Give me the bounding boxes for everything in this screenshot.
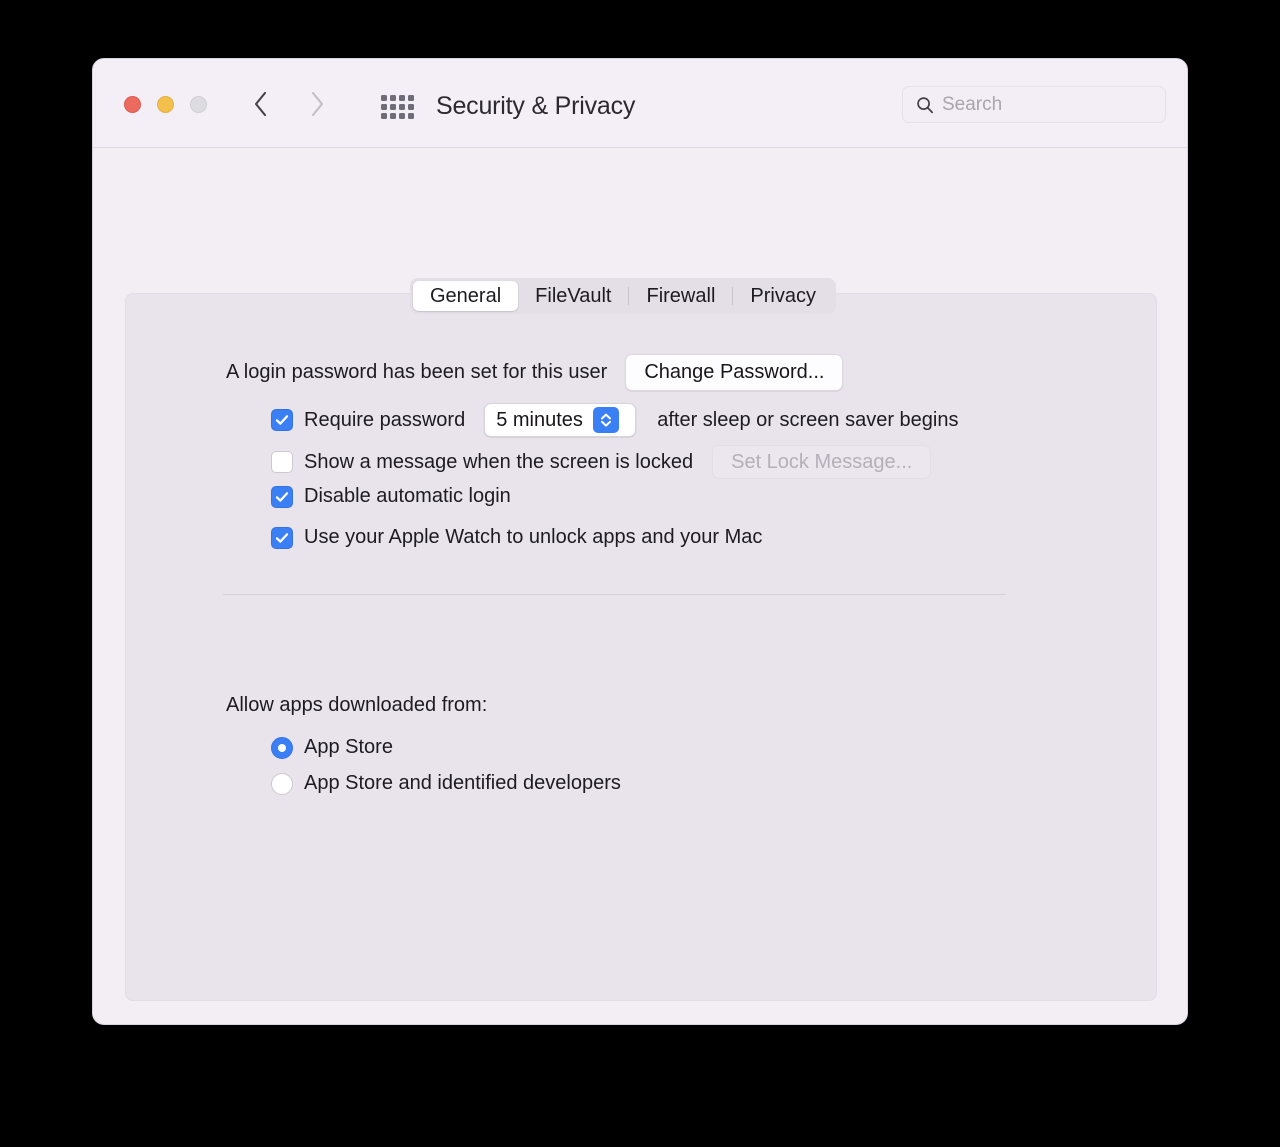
require-password-interval-popup[interactable]: 5 minutes <box>484 403 637 437</box>
require-password-checkbox[interactable] <box>271 409 293 431</box>
window-toolbar: Security & Privacy Search <box>93 59 1187 148</box>
traffic-lights <box>124 96 207 113</box>
identified-developers-radio-label: App Store and identified developers <box>304 772 621 794</box>
allow-apps-option-identified-developers[interactable]: App Store and identified developers <box>271 772 621 795</box>
minimize-window-button[interactable] <box>157 96 174 113</box>
apple-watch-unlock-checkbox[interactable] <box>271 526 293 549</box>
require-password-row: Require password 5 minutes after sleep o… <box>271 403 958 437</box>
search-field[interactable]: Search <box>902 86 1166 123</box>
change-password-button[interactable]: Change Password... <box>625 354 844 391</box>
app-store-radio[interactable] <box>271 736 293 759</box>
disable-auto-login-row: Disable automatic login <box>271 485 511 508</box>
tab-filevault[interactable]: FileVault <box>518 281 628 311</box>
apple-watch-unlock-label: Use your Apple Watch to unlock apps and … <box>304 526 763 548</box>
forward-chevron-icon <box>309 89 325 119</box>
disable-auto-login-label: Disable automatic login <box>304 485 511 507</box>
show-all-grid-icon[interactable] <box>381 95 415 119</box>
close-window-button[interactable] <box>124 96 141 113</box>
back-chevron-icon[interactable] <box>253 89 269 119</box>
tab-privacy[interactable]: Privacy <box>733 281 833 311</box>
show-lock-message-checkbox[interactable] <box>271 451 293 473</box>
search-placeholder: Search <box>942 93 1003 115</box>
tab-general[interactable]: General <box>413 281 519 311</box>
allow-apps-option-app-store[interactable]: App Store <box>271 736 393 759</box>
login-password-row: A login password has been set for this u… <box>226 354 844 391</box>
require-password-interval-value: 5 minutes <box>496 408 583 431</box>
allow-apps-heading: Allow apps downloaded from: <box>226 694 488 716</box>
identified-developers-radio[interactable] <box>271 772 293 795</box>
require-password-suffix: after sleep or screen saver begins <box>657 408 959 431</box>
tab-firewall[interactable]: Firewall <box>629 281 732 311</box>
security-privacy-window: Security & Privacy Search General FileVa… <box>92 58 1188 1025</box>
section-divider <box>223 594 1006 595</box>
search-icon <box>916 96 934 114</box>
login-password-status: A login password has been set for this u… <box>226 361 608 383</box>
set-lock-message-button[interactable]: Set Lock Message... <box>712 445 932 479</box>
show-lock-message-row: Show a message when the screen is locked… <box>271 445 932 479</box>
require-password-label: Require password <box>304 408 466 431</box>
zoom-window-button <box>190 96 207 113</box>
disable-auto-login-checkbox[interactable] <box>271 485 293 508</box>
apple-watch-unlock-row: Use your Apple Watch to unlock apps and … <box>271 526 762 549</box>
allow-apps-heading-row: Allow apps downloaded from: <box>226 694 487 717</box>
show-lock-message-label: Show a message when the screen is locked <box>304 450 694 473</box>
page-title: Security & Privacy <box>436 92 636 120</box>
app-store-radio-label: App Store <box>304 736 393 758</box>
stepper-chevrons-icon[interactable] <box>592 407 619 433</box>
general-settings-panel <box>125 293 1157 1001</box>
navigation-arrows <box>253 89 325 119</box>
tab-bar: General FileVault Firewall Privacy <box>410 278 836 314</box>
content-area: General FileVault Firewall Privacy A log… <box>93 148 1187 1024</box>
